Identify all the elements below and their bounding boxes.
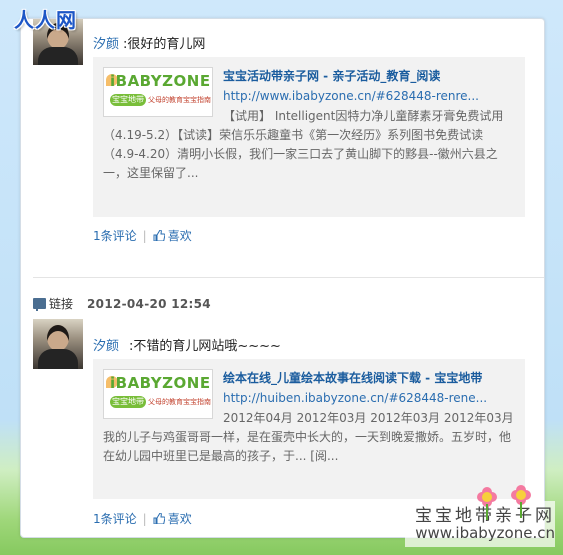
- feed-card: 汐颜 :很好的育儿网 iBABYZONE 宝宝地带 父母的教育宝宝指南 宝宝活动…: [20, 18, 545, 538]
- thumb-logo-text: iBABYZONE: [110, 72, 211, 90]
- post-type-label: 链接: [49, 297, 74, 311]
- post-divider: [33, 277, 544, 278]
- share-title-link[interactable]: 宝宝活动带亲子网 - 亲子活动_教育_阅读: [223, 67, 440, 84]
- share-url-link[interactable]: http://www.ibabyzone.cn/#628448-renre...: [223, 89, 479, 103]
- share-title-link[interactable]: 绘本在线_儿童绘本故事在线阅读下载 - 宝宝地带: [223, 369, 482, 386]
- site-watermark: 宝宝地带亲子网 www.ibabyzone.cn: [405, 501, 555, 547]
- post-actions: 1条评论 | 喜欢: [93, 227, 192, 244]
- thumbs-up-icon[interactable]: [153, 230, 165, 241]
- post-timestamp: 2012-04-20 12:54: [87, 297, 211, 311]
- thumb-logo-text: iBABYZONE: [110, 374, 211, 392]
- author-name[interactable]: 汐颜: [93, 335, 119, 354]
- like-link[interactable]: 喜欢: [168, 512, 192, 526]
- flower-decoration-icon: [478, 488, 496, 520]
- action-separator: |: [142, 512, 147, 526]
- flower-decoration-icon: [512, 486, 530, 518]
- share-description: 2012年04月 2012年03月 2012年03月 2012年03月 我的儿子…: [103, 409, 517, 466]
- avatar[interactable]: [33, 319, 83, 369]
- share-url-link[interactable]: http://huiben.ibabyzone.cn/#628448-rene.…: [223, 391, 487, 405]
- comments-link[interactable]: 1条评论: [93, 512, 137, 526]
- link-share-icon: [33, 298, 46, 311]
- thumb-tagline: 父母的教育宝宝指南: [148, 96, 211, 104]
- share-description: 【试用】 Intelligent因特力净儿童酵素牙膏免费试用 （4.19-5.2…: [103, 107, 517, 183]
- like-link[interactable]: 喜欢: [168, 229, 192, 243]
- comments-link[interactable]: 1条评论: [93, 229, 137, 243]
- share-desc-rest: 我的儿子与鸡蛋哥哥一样，是在蛋壳中长大的，一天到晚爱撒娇。五岁时，他在幼儿园中班…: [103, 430, 512, 463]
- post-actions: 1条评论 | 喜欢: [93, 510, 192, 527]
- thumb-badge: 宝宝地带: [110, 396, 146, 408]
- shared-link-box: iBABYZONE 宝宝地带 父母的教育宝宝指南 绘本在线_儿童绘本故事在线阅读…: [93, 359, 525, 499]
- renren-logo[interactable]: 人人网: [14, 4, 77, 33]
- author-name[interactable]: 汐颜: [93, 33, 119, 52]
- action-separator: |: [142, 229, 147, 243]
- watermark-url: www.ibabyzone.cn: [415, 524, 555, 542]
- thumb-tagline: 父母的教育宝宝指南: [148, 398, 211, 406]
- thumb-badge: 宝宝地带: [110, 94, 146, 106]
- shared-link-box: iBABYZONE 宝宝地带 父母的教育宝宝指南 宝宝活动带亲子网 - 亲子活动…: [93, 57, 525, 217]
- status-text: :不错的育儿网站哦~~~~: [129, 339, 281, 354]
- status-text: :很好的育儿网: [123, 37, 206, 52]
- share-desc-line1: 【试用】 Intelligent因特力净儿童酵素牙膏免费试用: [223, 109, 504, 123]
- thumbs-up-icon[interactable]: [153, 513, 165, 524]
- post-meta: 链接 2012-04-20 12:54: [33, 295, 211, 312]
- share-desc-rest: （4.19-5.2）【试读】荣信乐乐趣童书《第一次经历》系列图书免费试读（4.9…: [103, 128, 498, 180]
- share-desc-line1: 2012年04月 2012年03月 2012年03月 2012年03月: [223, 411, 514, 425]
